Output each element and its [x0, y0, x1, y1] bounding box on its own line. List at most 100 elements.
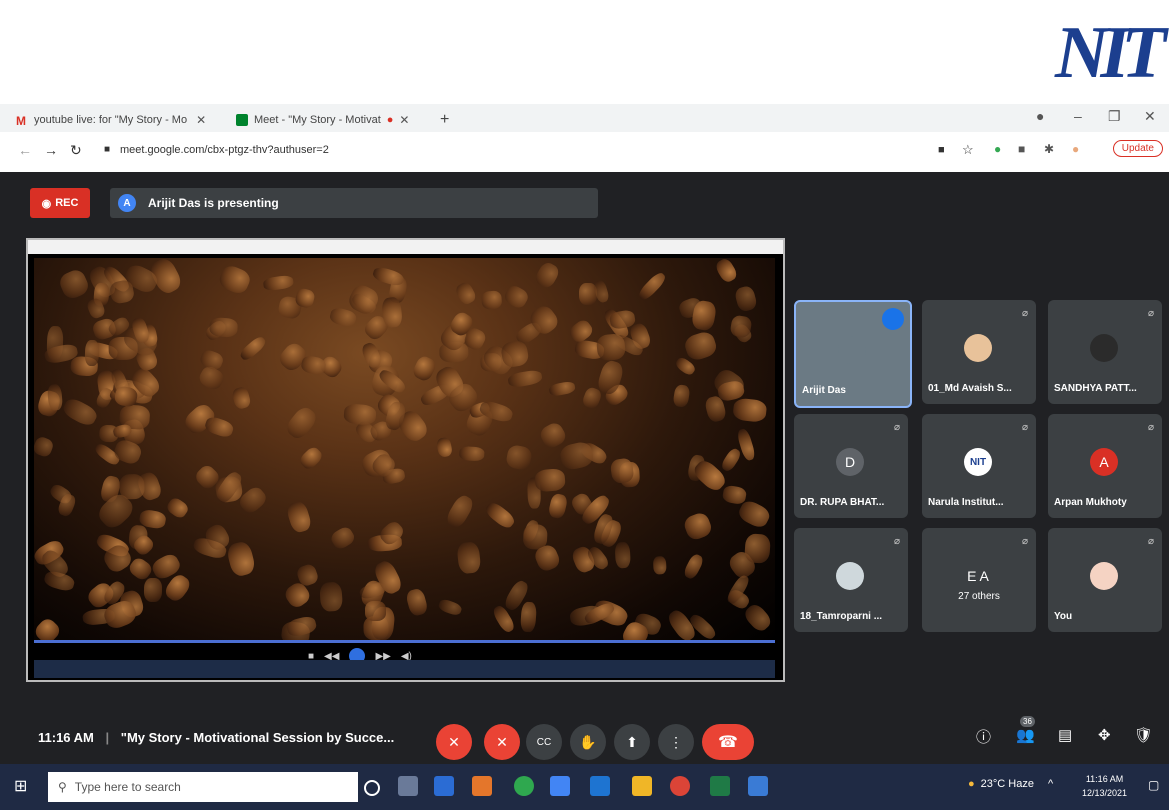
- weather-widget[interactable]: ● 23°C Haze ^: [968, 778, 1053, 790]
- back-icon[interactable]: ←: [18, 142, 32, 158]
- activities-icon[interactable]: ✥: [1098, 726, 1111, 744]
- bee-shape: [671, 384, 691, 409]
- chat-icon[interactable]: ▤: [1058, 726, 1072, 744]
- bee-shape: [636, 269, 668, 303]
- windows-start-icon[interactable]: ⊞: [14, 776, 27, 796]
- cortana-icon[interactable]: [364, 780, 380, 796]
- avatar: [964, 334, 992, 362]
- lock-icon: ■: [104, 144, 111, 155]
- bee-shape: [216, 262, 253, 297]
- bee-shape: [108, 279, 136, 306]
- people-icon[interactable]: 👥 36: [1016, 716, 1035, 744]
- end-call-button[interactable]: ☎: [702, 724, 754, 760]
- mail-icon[interactable]: [434, 776, 454, 796]
- bee-shape: [502, 283, 531, 311]
- close-icon[interactable]: ✕: [399, 113, 409, 127]
- tab-label: youtube live: for "My Story - Mo: [34, 114, 191, 126]
- bee-shape: [144, 578, 163, 603]
- participant-name: Arijit Das: [802, 385, 846, 396]
- store-icon[interactable]: [590, 776, 610, 796]
- bee-shape: [61, 395, 100, 428]
- notification-icon[interactable]: ▢: [1148, 778, 1159, 792]
- bee-shape: [203, 414, 236, 440]
- mic-muted-icon: ⌀: [1021, 422, 1028, 433]
- windows-taskbar: ⊞ ⚲ Type here to search ● 23°C Haze ^ 11…: [0, 764, 1169, 810]
- participant-tile[interactable]: D ⌀ DR. RUPA BHAT...: [794, 414, 908, 518]
- tab-meet[interactable]: Meet - "My Story - Motivat ● ✕: [236, 108, 409, 132]
- participant-name: Narula Institut...: [928, 497, 1004, 508]
- mic-muted-icon: ⌀: [1147, 422, 1154, 433]
- participant-tile[interactable]: ⌀ 01_Md Avaish S...: [922, 300, 1036, 404]
- reload-icon[interactable]: ↻: [70, 142, 82, 159]
- camera-icon[interactable]: ■: [938, 144, 945, 156]
- participant-tile[interactable]: ⌀ You: [1048, 528, 1162, 632]
- mic-off-button[interactable]: ✕: [436, 724, 472, 760]
- bee-shape: [318, 580, 343, 612]
- tab-label: Meet - "My Story - Motivat: [254, 114, 381, 126]
- star-icon[interactable]: ☆: [962, 142, 974, 158]
- forward-icon[interactable]: →: [44, 142, 58, 158]
- participant-tile[interactable]: Arijit Das: [794, 300, 912, 408]
- close-window-icon[interactable]: ✕: [1144, 108, 1156, 125]
- minimize-icon[interactable]: –: [1074, 108, 1082, 124]
- avatar[interactable]: ●: [1072, 142, 1079, 156]
- participant-name: 01_Md Avaish S...: [928, 383, 1012, 394]
- video-progress-bar[interactable]: [34, 640, 775, 643]
- update-button[interactable]: Update: [1112, 140, 1163, 157]
- extension-icon[interactable]: ●: [994, 142, 1001, 156]
- task-view-icon[interactable]: [398, 776, 418, 796]
- avatar: [1090, 334, 1118, 362]
- participant-tile[interactable]: ⌀ 18_Tamroparni ...: [794, 528, 908, 632]
- extension-icon[interactable]: ■: [1018, 142, 1025, 156]
- photos-icon[interactable]: [748, 776, 768, 796]
- presenting-text: Arijit Das is presenting: [148, 196, 279, 210]
- chevron-up-icon[interactable]: ^: [1048, 778, 1053, 790]
- present-button[interactable]: ⬆: [614, 724, 650, 760]
- excel-icon[interactable]: [710, 776, 730, 796]
- info-icon[interactable]: ⓘ: [976, 726, 991, 747]
- captions-button[interactable]: CC: [526, 724, 562, 760]
- bee-shape: [744, 533, 771, 565]
- participant-tile[interactable]: E A ⌀ 27 others: [922, 528, 1036, 632]
- bee-shape: [713, 258, 740, 285]
- chrome-icon[interactable]: [670, 776, 690, 796]
- taskbar-search[interactable]: ⚲ Type here to search: [48, 772, 358, 802]
- edge-icon[interactable]: [514, 776, 534, 796]
- bee-shape: [437, 597, 464, 618]
- clock-time: 11:16 AM: [1085, 774, 1124, 784]
- host-controls-icon[interactable]: 🛡: [1134, 726, 1153, 744]
- avatar: [1090, 562, 1118, 590]
- url-field[interactable]: meet.google.com/cbx-ptgz-thv?authuser=2: [120, 144, 329, 156]
- file-explorer-icon[interactable]: [632, 776, 652, 796]
- tab-gmail[interactable]: M youtube live: for "My Story - Mo ✕: [16, 108, 206, 132]
- avatar: A: [118, 194, 136, 212]
- restore-icon[interactable]: ❐: [1108, 108, 1121, 125]
- close-icon[interactable]: ✕: [196, 113, 206, 127]
- phone-icon: ☎: [718, 734, 738, 751]
- participants-badge: 36: [1020, 716, 1035, 727]
- participant-tile[interactable]: A ⌀ Arpan Mukhoty: [1048, 414, 1162, 518]
- mic-off-icon: ✕: [448, 733, 460, 750]
- avatar: D: [836, 448, 864, 476]
- camera-off-button[interactable]: ✕: [484, 724, 520, 760]
- record-icon: ◉: [41, 197, 52, 210]
- taskbar-clock[interactable]: 11:16 AM 12/13/2021: [1082, 772, 1127, 800]
- avatar: [838, 336, 866, 364]
- bee-shape: [681, 329, 719, 363]
- weather-text: 23°C Haze: [980, 778, 1034, 790]
- bee-shape: [404, 587, 429, 617]
- more-options-button[interactable]: ⋮: [658, 724, 694, 760]
- meet-icon: [236, 114, 248, 126]
- raise-hand-button[interactable]: ✋: [570, 724, 606, 760]
- bee-shape: [733, 284, 759, 313]
- puzzle-icon[interactable]: ✱: [1044, 142, 1054, 156]
- participant-tile[interactable]: ⌀ SANDHYA PATT...: [1048, 300, 1162, 404]
- speaking-icon: [882, 308, 904, 330]
- video-frame: [34, 258, 775, 640]
- participant-tile[interactable]: NIT ⌀ Narula Institut...: [922, 414, 1036, 518]
- app-icon[interactable]: [472, 776, 492, 796]
- new-tab-button[interactable]: +: [440, 108, 449, 132]
- profile-icon[interactable]: ●: [1036, 108, 1044, 124]
- captions-icon: CC: [536, 736, 552, 748]
- app-icon[interactable]: [550, 776, 570, 796]
